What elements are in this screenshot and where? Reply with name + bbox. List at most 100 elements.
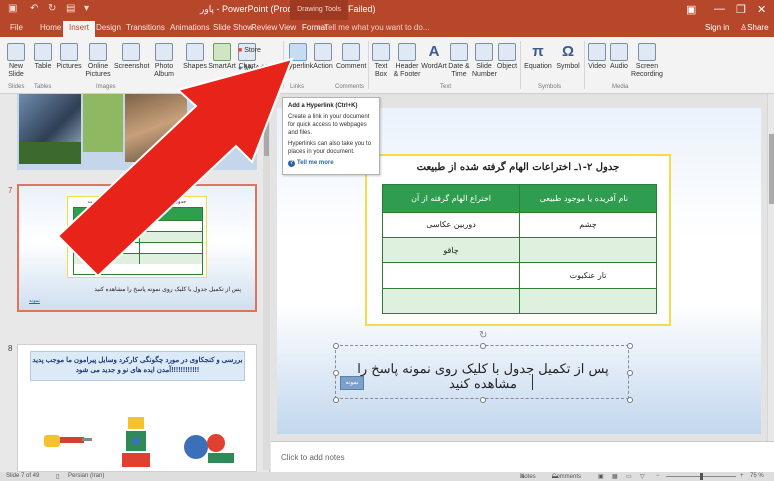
smartart-button[interactable]: SmartArt <box>208 43 236 71</box>
resize-handle[interactable] <box>333 397 339 403</box>
tab-transitions[interactable]: Transitions <box>126 23 165 32</box>
table-cell[interactable]: چشم <box>519 211 657 239</box>
editor-scrollbar[interactable] <box>767 94 774 441</box>
sign-in-link[interactable]: Sign in <box>705 23 729 32</box>
symbol-button[interactable]: Ω Symbol <box>554 43 582 71</box>
share-label: Share <box>747 23 769 32</box>
screenshot-button[interactable]: Screenshot <box>114 43 149 71</box>
screenshot-icon <box>122 43 140 61</box>
wordart-button[interactable]: A WordArt <box>421 43 447 71</box>
tab-slide-show[interactable]: Slide Show <box>213 23 253 32</box>
zoom-in-button[interactable]: + <box>740 473 744 479</box>
title-bar: ▣ ↶ ↻ ▤ ▾ پاور - PowerPoint (Product Act… <box>0 0 774 20</box>
tab-review[interactable]: Review <box>251 23 277 32</box>
answer-hyperlink[interactable]: نمونه <box>340 376 364 390</box>
online-pictures-button[interactable]: Online Pictures <box>84 43 112 79</box>
tab-home[interactable]: Home <box>40 23 61 32</box>
tell-me-more-link[interactable]: ? Tell me more <box>288 159 374 167</box>
undo-icon[interactable]: ↶ <box>30 3 38 14</box>
new-slide-button[interactable]: New Slide <box>4 43 28 79</box>
audio-label: Audio <box>610 63 628 70</box>
resize-handle[interactable] <box>480 343 486 349</box>
table-cell[interactable] <box>519 287 657 315</box>
notes-pane[interactable]: Click to add notes <box>271 441 774 472</box>
screen-recording-button[interactable]: Screen Recording <box>630 43 664 79</box>
slide-thumbnail[interactable] <box>17 94 257 170</box>
table-cell[interactable]: دوربین عکاسی <box>382 211 520 239</box>
audio-button[interactable]: Audio <box>608 43 630 71</box>
tab-file[interactable]: File <box>10 23 23 32</box>
table-button[interactable]: Table <box>32 43 54 71</box>
table-cell[interactable] <box>382 287 520 315</box>
new-slide-icon <box>7 43 25 61</box>
shapes-button[interactable]: Shapes <box>182 43 208 71</box>
symbol-label: Symbol <box>556 63 580 70</box>
group-label-text: Text <box>440 84 452 90</box>
slide-sorter-icon[interactable]: ▦ <box>612 473 618 480</box>
caption-text-box[interactable]: ↻ پس از تکمیل جدول با کلیک روی نمونه پاس… <box>333 330 633 403</box>
table-row[interactable]: چاقو <box>382 237 657 264</box>
my-addins-button[interactable]: ● My Add-ins <box>238 65 286 73</box>
zoom-slider-thumb[interactable] <box>700 473 703 480</box>
video-button[interactable]: Video <box>586 43 608 71</box>
zoom-level[interactable]: 75 % <box>750 473 764 479</box>
scrollbar-thumb[interactable] <box>264 116 269 156</box>
store-button[interactable]: ■ Store <box>238 47 278 55</box>
reading-view-icon[interactable]: ▭ <box>626 473 632 480</box>
slide-number-8: 8 <box>8 344 13 353</box>
header-footer-button[interactable]: Header & Footer <box>393 43 421 79</box>
customize-toolbar-icon[interactable]: ▾ <box>84 3 89 14</box>
table-header-nature: نام آفریده یا موجود طبیعی <box>519 184 657 213</box>
photo-album-button[interactable]: Photo Album <box>150 43 178 79</box>
tell-me-search[interactable]: ♀ Tell me what you want to do... <box>316 23 429 32</box>
caption-text[interactable]: پس از تکمیل جدول با کلیک روی نمونه پاسخ … <box>336 362 630 392</box>
scrollbar-thumb[interactable] <box>769 134 774 204</box>
slideshow-icon[interactable]: ▽ <box>640 473 645 480</box>
inventions-table[interactable]: اختراع الهام گرفته از آن نام آفریده یا م… <box>382 184 657 315</box>
table-container[interactable]: جدول ۲-۱ـ اختراعات الهام گرفته شده از طب… <box>365 154 671 326</box>
table-row[interactable]: تار عنکبوت <box>382 262 657 289</box>
table-cell[interactable] <box>519 237 657 264</box>
hyperlink-button[interactable]: Hyperlink <box>284 43 313 71</box>
slide-counter: Slide 7 of 49 <box>6 473 40 479</box>
resize-handle[interactable] <box>480 397 486 403</box>
text-box-button[interactable]: Text Box <box>370 43 392 79</box>
action-button[interactable]: Action <box>312 43 334 71</box>
redo-icon[interactable]: ↻ <box>48 3 56 14</box>
maximize-button[interactable]: ❐ <box>736 3 746 16</box>
slide-thumbnail[interactable]: بررسی و کنجکاوی در مورد چگونگی کارکرد وس… <box>17 344 257 472</box>
resize-handle[interactable] <box>333 343 339 349</box>
table-row[interactable] <box>382 287 657 315</box>
tab-view[interactable]: View <box>279 23 296 32</box>
table-cell[interactable]: تار عنکبوت <box>519 262 657 289</box>
tab-design[interactable]: Design <box>96 23 121 32</box>
date-time-button[interactable]: Date & Time <box>446 43 472 79</box>
screen-recording-label: Screen Recording <box>631 63 663 78</box>
pictures-button[interactable]: Pictures <box>56 43 82 71</box>
group-label-comments: Comments <box>335 84 365 90</box>
tab-insert[interactable]: Insert <box>63 21 96 37</box>
minimize-button[interactable]: — <box>714 3 725 15</box>
rotate-handle-icon[interactable]: ↻ <box>479 330 487 341</box>
equation-button[interactable]: π Equation <box>522 43 554 71</box>
save-icon[interactable]: ▣ <box>8 3 17 14</box>
ribbon-display-options-icon[interactable]: ▣ <box>686 3 696 16</box>
comment-button[interactable]: Comment <box>336 43 366 71</box>
resize-handle[interactable] <box>627 343 633 349</box>
resize-handle[interactable] <box>627 397 633 403</box>
table-row[interactable]: دوربین عکاسی چشم <box>382 211 657 239</box>
start-from-beginning-icon[interactable]: ▤ <box>66 3 75 14</box>
share-button[interactable]: ♙Share <box>740 23 769 32</box>
zoom-out-button[interactable]: − <box>656 473 660 479</box>
close-button[interactable]: ✕ <box>757 3 766 16</box>
language-indicator[interactable]: Persian (Iran) <box>68 473 104 479</box>
tab-animations[interactable]: Animations <box>170 23 210 32</box>
table-cell[interactable]: چاقو <box>382 237 520 264</box>
proofing-icon[interactable]: ▯ <box>56 473 59 480</box>
normal-view-icon[interactable]: ▣ <box>598 473 604 480</box>
object-button[interactable]: Object <box>496 43 518 71</box>
slide-thumbnail-selected[interactable]: جدول ۲-۱ـ اختراعات الهام گرفته شده از طب… <box>17 184 257 312</box>
slide-number-button[interactable]: Slide Number <box>472 43 497 79</box>
table-cell[interactable] <box>382 262 520 289</box>
thumbnail-scrollbar[interactable] <box>263 96 270 470</box>
